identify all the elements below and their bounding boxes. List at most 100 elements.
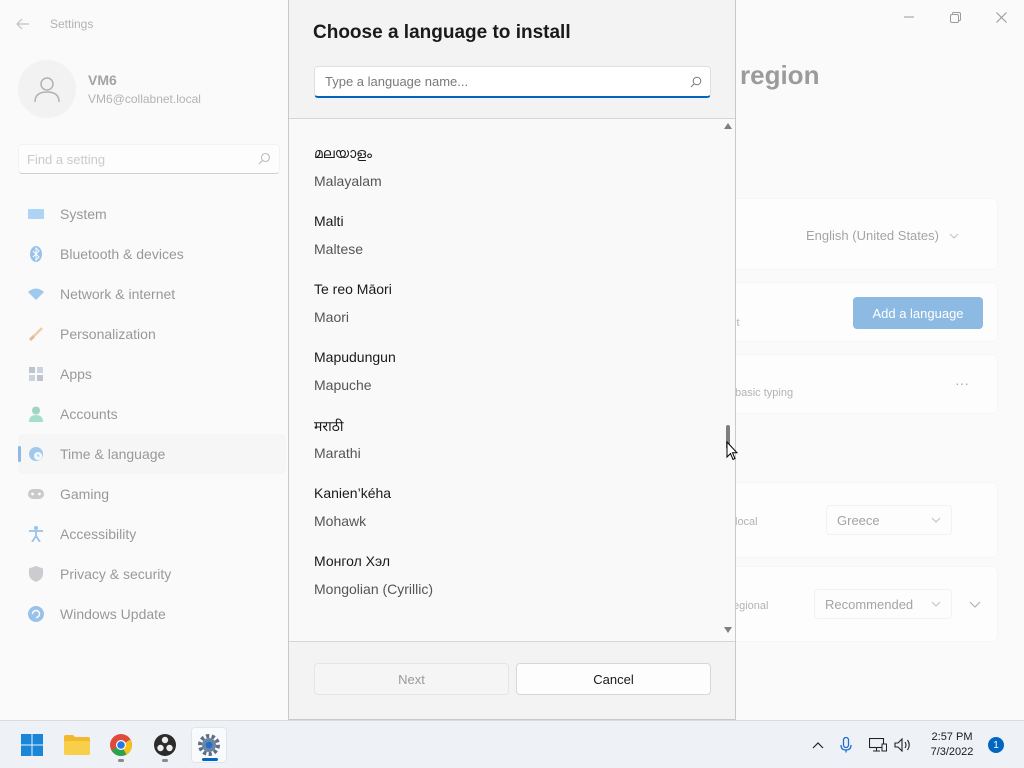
card-label: egional: [733, 600, 769, 612]
cancel-button[interactable]: Cancel: [516, 663, 711, 695]
language-native-name: मराठी: [314, 418, 344, 434]
dropdown-value: Greece: [837, 512, 880, 528]
scroll-down-arrow-icon[interactable]: [724, 627, 732, 633]
sidebar-item-privacy[interactable]: Privacy & security: [18, 554, 286, 594]
sidebar-item-label: Accounts: [60, 406, 118, 422]
taskbar-obs[interactable]: [147, 727, 183, 763]
sidebar-item-windows-update[interactable]: Windows Update: [18, 594, 286, 634]
list-item-mongolian[interactable]: Монгол Хэл Mongolian (Cyrillic): [289, 543, 719, 611]
start-button[interactable]: [14, 727, 50, 763]
dropdown-value: Recommended: [825, 596, 914, 612]
sidebar-item-label: Gaming: [60, 486, 110, 502]
sidebar-item-label: Privacy & security: [60, 566, 172, 582]
user-profile[interactable]: VM6 VM6@collabnet.local: [18, 60, 278, 120]
language-search-input[interactable]: [315, 67, 675, 95]
list-item-maori[interactable]: Te reo Māori Maori: [289, 271, 719, 339]
microphone-tray-button[interactable]: [836, 733, 856, 757]
wifi-icon: [28, 286, 44, 302]
avatar: [18, 60, 76, 118]
network-icon: [869, 738, 887, 752]
taskbar-file-explorer[interactable]: [59, 727, 95, 763]
language-native-name: Монгол Хэл: [314, 553, 391, 569]
sidebar-item-time-language[interactable]: Time & language: [18, 434, 286, 474]
page-title: region: [740, 60, 820, 90]
sidebar-item-label: Personalization: [60, 326, 156, 342]
regional-format-dropdown[interactable]: Recommended: [814, 589, 952, 619]
language-list-items: മലയാളം Malayalam Malti Maltese Te reo Mā…: [289, 119, 719, 611]
taskbar-settings[interactable]: [191, 727, 227, 763]
search-icon: [690, 75, 702, 93]
next-button[interactable]: Next: [314, 663, 509, 695]
back-arrow-icon: [16, 18, 29, 30]
taskbar-chrome[interactable]: [103, 727, 139, 763]
notification-badge[interactable]: 1: [988, 737, 1004, 753]
user-name: VM6: [88, 72, 117, 88]
language-search-box[interactable]: [314, 66, 711, 98]
search-icon: [258, 152, 271, 170]
sidebar-item-gaming[interactable]: Gaming: [18, 474, 286, 514]
network-tray-button[interactable]: [868, 733, 888, 757]
sidebar-item-personalization[interactable]: Personalization: [18, 314, 286, 354]
minimize-button[interactable]: [886, 4, 932, 30]
globe-clock-icon: [28, 446, 44, 462]
volume-icon: [894, 738, 910, 752]
language-native-name: Te reo Māori: [314, 281, 392, 297]
close-button[interactable]: [978, 4, 1024, 30]
display-language-dropdown[interactable]: English (United States): [806, 228, 959, 243]
sidebar-item-network[interactable]: Network & internet: [18, 274, 286, 314]
list-item-mohawk[interactable]: Kanien’kéha Mohawk: [289, 475, 719, 543]
back-button[interactable]: [10, 12, 36, 36]
sidebar-item-apps[interactable]: Apps: [18, 354, 286, 394]
windows-display-language-card: s English (United States): [720, 198, 998, 270]
language-english-name: Marathi: [314, 445, 361, 461]
volume-tray-button[interactable]: [893, 733, 913, 757]
choose-language-dialog: Choose a language to install മലയാളം Mala…: [288, 0, 736, 720]
accessibility-icon: [28, 526, 44, 542]
gamepad-icon: [28, 486, 44, 502]
language-native-name: Malti: [314, 213, 344, 229]
language-english-name: Maltese: [314, 241, 364, 257]
sidebar-item-label: Accessibility: [60, 526, 137, 542]
chevron-down-icon: [949, 233, 959, 239]
sidebar-item-bluetooth[interactable]: Bluetooth & devices: [18, 234, 286, 274]
language-list[interactable]: മലയാളം Malayalam Malti Maltese Te reo Mā…: [289, 118, 735, 642]
country-dropdown[interactable]: Greece: [826, 505, 952, 535]
language-native-name: Mapudungun: [314, 349, 396, 365]
language-native-name: മലയാളം: [314, 145, 373, 161]
brush-icon: [28, 326, 44, 342]
show-hidden-icons-button[interactable]: [808, 733, 828, 757]
sidebar-item-accounts[interactable]: Accounts: [18, 394, 286, 434]
list-item-mapuche[interactable]: Mapudungun Mapuche: [289, 339, 719, 407]
sidebar-item-accessibility[interactable]: Accessibility: [18, 514, 286, 554]
update-icon: [28, 606, 44, 622]
card-label: basic typing: [735, 387, 794, 399]
language-item-card: basic typing ···: [720, 354, 998, 414]
list-item-marathi[interactable]: मराठी Marathi: [289, 407, 719, 475]
find-setting-input[interactable]: [19, 145, 239, 173]
sidebar-item-system[interactable]: System: [18, 194, 286, 234]
language-english-name: Mapuche: [314, 377, 372, 393]
list-item-malayalam[interactable]: മലയാളം Malayalam: [289, 135, 719, 203]
clock-time: 2:57 PM: [931, 731, 973, 743]
system-icon: [28, 206, 44, 222]
more-options-button[interactable]: ···: [955, 375, 969, 391]
app-title: Settings: [50, 17, 94, 31]
scrollbar[interactable]: [721, 119, 735, 641]
close-icon: [995, 11, 1007, 23]
sidebar-item-label: Network & internet: [60, 286, 176, 302]
dialog-title: Choose a language to install: [313, 22, 571, 43]
list-item-maltese[interactable]: Malti Maltese: [289, 203, 719, 271]
scroll-up-arrow-icon[interactable]: [724, 123, 732, 129]
add-language-button[interactable]: Add a language: [853, 297, 983, 329]
restore-icon: [949, 11, 961, 23]
language-native-name: Kanien’kéha: [314, 485, 392, 501]
sidebar-item-label: Time & language: [60, 446, 166, 462]
restore-button[interactable]: [932, 4, 978, 30]
sidebar-nav: System Bluetooth & devices Network & int…: [18, 194, 286, 634]
clock[interactable]: 2:57 PM 7/3/2022: [922, 730, 982, 760]
start-icon: [21, 734, 43, 756]
chevron-up-icon: [812, 741, 824, 748]
expand-chevron-icon[interactable]: [969, 601, 981, 608]
dropdown-value: English (United States): [806, 228, 939, 243]
find-setting-box[interactable]: [18, 144, 280, 174]
